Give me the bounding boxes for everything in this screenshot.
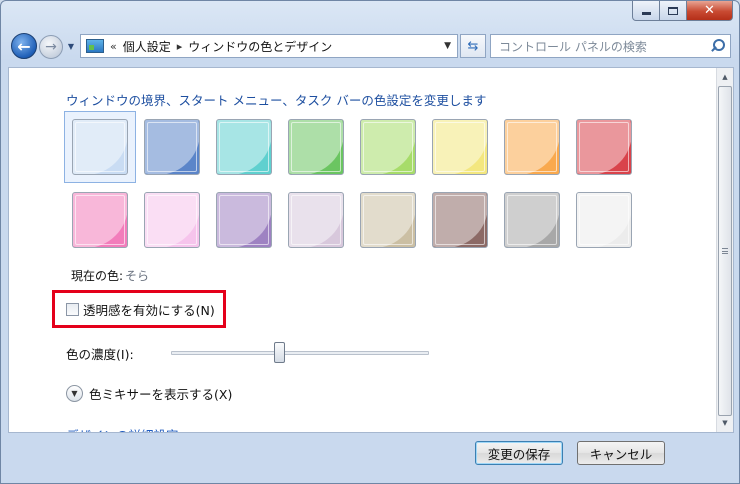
color-swatch-cell[interactable] [144,119,200,175]
page-heading: ウィンドウの境界、スタート メニュー、タスク バーの色設定を変更します [66,93,487,108]
cancel-button[interactable]: キャンセル [577,441,665,465]
recent-pages-dropdown[interactable]: ▼ [65,39,77,53]
current-color: 現在の色: そら [71,267,149,284]
grip-icon [722,248,728,254]
search-input-placeholder[interactable]: コントロール パネルの検索 [499,38,647,55]
maximize-icon [668,6,678,15]
refresh-button[interactable]: ⇆ [460,34,486,58]
close-icon: ✕ [704,3,715,18]
chevron-down-icon[interactable]: ▼ [66,385,83,402]
caption-buttons: ✕ [632,1,733,21]
arrow-right-icon: → [45,39,57,55]
color-swatch-cell[interactable] [360,119,416,175]
breadcrumb-overflow[interactable]: « [110,40,117,53]
color-swatch-cell[interactable] [432,119,488,175]
color-swatch[interactable] [72,192,128,248]
search-box[interactable]: コントロール パネルの検索 [490,34,731,58]
color-swatch-cell[interactable] [504,119,560,175]
color-swatch[interactable] [72,119,128,175]
scrollbar-thumb[interactable] [718,86,732,416]
content-pane: ウィンドウの境界、スタート メニュー、タスク バーの色設定を変更します 現在の色… [8,67,734,433]
save-changes-button[interactable]: 変更の保存 [475,441,563,465]
advanced-appearance-link[interactable]: デザインの詳細設定... [66,425,190,432]
close-button[interactable]: ✕ [687,1,733,21]
color-swatch-cell[interactable] [288,192,344,248]
minimize-icon [641,12,651,15]
color-swatch-cell[interactable] [576,192,632,248]
transparency-option[interactable]: 透明感を有効にする(N) [66,300,215,319]
address-bar[interactable]: « 個人設定 ▸ ウィンドウの色とデザイン ▼ [80,34,458,58]
search-icon[interactable] [710,39,725,53]
color-swatch[interactable] [504,119,560,175]
color-swatch[interactable] [216,192,272,248]
color-swatch[interactable] [432,192,488,248]
minimize-button[interactable] [632,1,660,21]
current-color-value: そら [125,269,150,283]
forward-button[interactable]: → [39,35,63,59]
breadcrumb-personalization[interactable]: 個人設定 [123,38,171,55]
back-button[interactable]: ← [11,33,37,59]
color-swatch-grid [64,111,632,265]
color-swatch-cell[interactable] [64,111,136,183]
transparency-label[interactable]: 透明感を有効にする(N) [83,300,215,319]
color-mixer-toggle[interactable]: ▼ 色ミキサーを表示する(X) [66,384,232,403]
color-swatch[interactable] [576,119,632,175]
transparency-checkbox[interactable] [66,303,79,316]
arrow-left-icon: ← [17,36,31,56]
color-swatch[interactable] [216,119,272,175]
maximize-button[interactable] [660,1,687,21]
color-swatch-cell[interactable] [504,192,560,248]
color-intensity-label: 色の濃度(I): [66,347,134,362]
color-swatch-cell[interactable] [216,192,272,248]
color-swatch[interactable] [288,192,344,248]
color-swatch-cell[interactable] [216,119,272,175]
color-swatch[interactable] [360,119,416,175]
color-swatch-cell[interactable] [360,192,416,248]
address-dropdown-icon[interactable]: ▼ [444,41,451,51]
refresh-icon: ⇆ [467,38,479,54]
color-intensity-slider-track[interactable] [171,351,429,355]
swatch-row [64,111,632,183]
current-color-label: 現在の色: [71,269,124,283]
color-swatch-cell[interactable] [144,192,200,248]
scroll-up-icon[interactable]: ▲ [718,70,732,84]
color-swatch-cell[interactable] [432,192,488,248]
color-swatch[interactable] [288,119,344,175]
color-swatch[interactable] [576,192,632,248]
window: ✕ ← → ▼ « 個人設定 ▸ ウィンドウの色とデザイン ▼ ⇆ コントロール… [0,0,740,484]
color-swatch[interactable] [144,119,200,175]
vertical-scrollbar[interactable]: ▲ ▼ [716,68,733,432]
navigation-bar: ← → ▼ « 個人設定 ▸ ウィンドウの色とデザイン ▼ ⇆ コントロール パ… [1,29,740,63]
chevron-down-icon: ▼ [67,41,75,51]
color-swatch-cell[interactable] [72,192,128,248]
breadcrumb-separator-icon[interactable]: ▸ [177,40,183,53]
color-swatch[interactable] [504,192,560,248]
breadcrumb-window-color[interactable]: ウィンドウの色とデザイン [188,38,332,55]
color-swatch[interactable] [144,192,200,248]
color-swatch-cell[interactable] [288,119,344,175]
color-swatch-cell[interactable] [576,119,632,175]
color-swatch[interactable] [432,119,488,175]
control-panel-icon [86,39,104,53]
color-swatch[interactable] [360,192,416,248]
swatch-row [72,192,632,248]
color-intensity-slider-thumb[interactable] [274,342,286,363]
color-mixer-label[interactable]: 色ミキサーを表示する(X) [89,384,232,403]
scroll-down-icon[interactable]: ▼ [718,416,732,430]
